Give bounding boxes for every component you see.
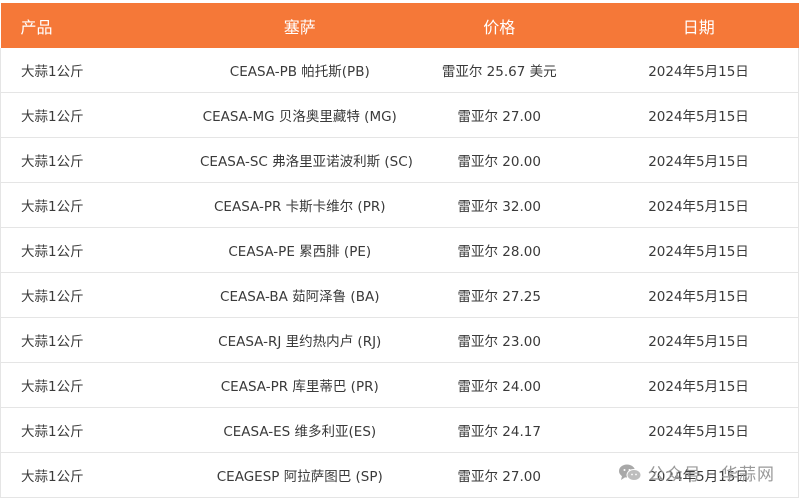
cell-product: 大蒜1公斤 (0, 227, 200, 273)
cell-date: 2024年5月15日 (599, 362, 799, 408)
cell-ceasa: CEASA-PE 累西腓 (PE) (200, 227, 400, 273)
cell-price: 雷亚尔 27.00 (399, 452, 599, 498)
cell-product: 大蒜1公斤 (0, 272, 200, 318)
table-row: 大蒜1公斤 CEASA-PR 卡斯卡维尔 (PR) 雷亚尔 32.00 2024… (0, 182, 799, 228)
cell-ceasa: CEASA-PR 库里蒂巴 (PR) (200, 362, 400, 408)
table-header: 产品 塞萨 价格 日期 (0, 3, 799, 48)
cell-price: 雷亚尔 25.67 美元 (399, 48, 599, 93)
header-row: 产品 塞萨 价格 日期 (0, 3, 799, 48)
watermark: 公众号 · 华蒜网 (618, 460, 775, 485)
cell-price: 雷亚尔 27.25 (399, 272, 599, 318)
cell-ceasa: CEASA-MG 贝洛奥里藏特 (MG) (200, 92, 400, 138)
cell-price: 雷亚尔 23.00 (399, 317, 599, 363)
table-row: 大蒜1公斤 CEASA-PR 库里蒂巴 (PR) 雷亚尔 24.00 2024年… (0, 362, 799, 408)
table-row: 大蒜1公斤 CEASA-MG 贝洛奥里藏特 (MG) 雷亚尔 27.00 202… (0, 92, 799, 138)
cell-ceasa: CEAGESP 阿拉萨图巴 (SP) (200, 452, 400, 498)
cell-ceasa: CEASA-PR 卡斯卡维尔 (PR) (200, 182, 400, 228)
cell-product: 大蒜1公斤 (0, 407, 200, 453)
table-row: 大蒜1公斤 CEASA-SC 弗洛里亚诺波利斯 (SC) 雷亚尔 20.00 2… (0, 137, 799, 183)
cell-product: 大蒜1公斤 (0, 137, 200, 183)
cell-date: 2024年5月15日 (599, 182, 799, 228)
cell-product: 大蒜1公斤 (0, 48, 200, 93)
cell-price: 雷亚尔 20.00 (399, 137, 599, 183)
cell-price: 雷亚尔 24.00 (399, 362, 599, 408)
cell-product: 大蒜1公斤 (0, 452, 200, 498)
table-row: 大蒜1公斤 CEASA-RJ 里约热内卢 (RJ) 雷亚尔 23.00 2024… (0, 317, 799, 363)
header-ceasa: 塞萨 (200, 3, 400, 48)
cell-ceasa: CEASA-PB 帕托斯(PB) (200, 48, 400, 93)
cell-date: 2024年5月15日 (599, 137, 799, 183)
cell-ceasa: CEASA-SC 弗洛里亚诺波利斯 (SC) (200, 137, 413, 183)
cell-product: 大蒜1公斤 (0, 92, 200, 138)
header-product: 产品 (0, 3, 200, 48)
table-row: 大蒜1公斤 CEASA-PE 累西腓 (PE) 雷亚尔 28.00 2024年5… (0, 227, 799, 273)
table-row: 大蒜1公斤 CEASA-PB 帕托斯(PB) 雷亚尔 25.67 美元 2024… (0, 48, 799, 93)
cell-product: 大蒜1公斤 (0, 362, 200, 408)
watermark-text: 公众号 · 华蒜网 (647, 465, 775, 485)
cell-price: 雷亚尔 28.00 (399, 227, 599, 273)
cell-price: 雷亚尔 24.17 (399, 407, 599, 453)
cell-date: 2024年5月15日 (599, 272, 799, 318)
cell-ceasa: CEASA-ES 维多利亚(ES) (200, 407, 400, 453)
cell-ceasa: CEASA-BA 茹阿泽鲁 (BA) (200, 272, 400, 318)
price-table: 产品 塞萨 价格 日期 大蒜1公斤 CEASA-PB 帕托斯(PB) 雷亚尔 2… (0, 3, 799, 498)
header-price: 价格 (399, 3, 599, 48)
cell-date: 2024年5月15日 (599, 92, 799, 138)
header-date: 日期 (599, 3, 799, 48)
table-body: 大蒜1公斤 CEASA-PB 帕托斯(PB) 雷亚尔 25.67 美元 2024… (0, 48, 799, 498)
cell-price: 雷亚尔 27.00 (399, 92, 599, 138)
cell-date: 2024年5月15日 (599, 48, 799, 93)
wechat-icon (618, 463, 642, 483)
table-row: 大蒜1公斤 CEASA-ES 维多利亚(ES) 雷亚尔 24.17 2024年5… (0, 407, 799, 453)
cell-product: 大蒜1公斤 (0, 182, 200, 228)
cell-date: 2024年5月15日 (599, 317, 799, 363)
cell-ceasa: CEASA-RJ 里约热内卢 (RJ) (200, 317, 400, 363)
cell-date: 2024年5月15日 (599, 407, 799, 453)
cell-date: 2024年5月15日 (599, 227, 799, 273)
cell-price: 雷亚尔 32.00 (399, 182, 599, 228)
cell-product: 大蒜1公斤 (0, 317, 200, 363)
table-row: 大蒜1公斤 CEASA-BA 茹阿泽鲁 (BA) 雷亚尔 27.25 2024年… (0, 272, 799, 318)
